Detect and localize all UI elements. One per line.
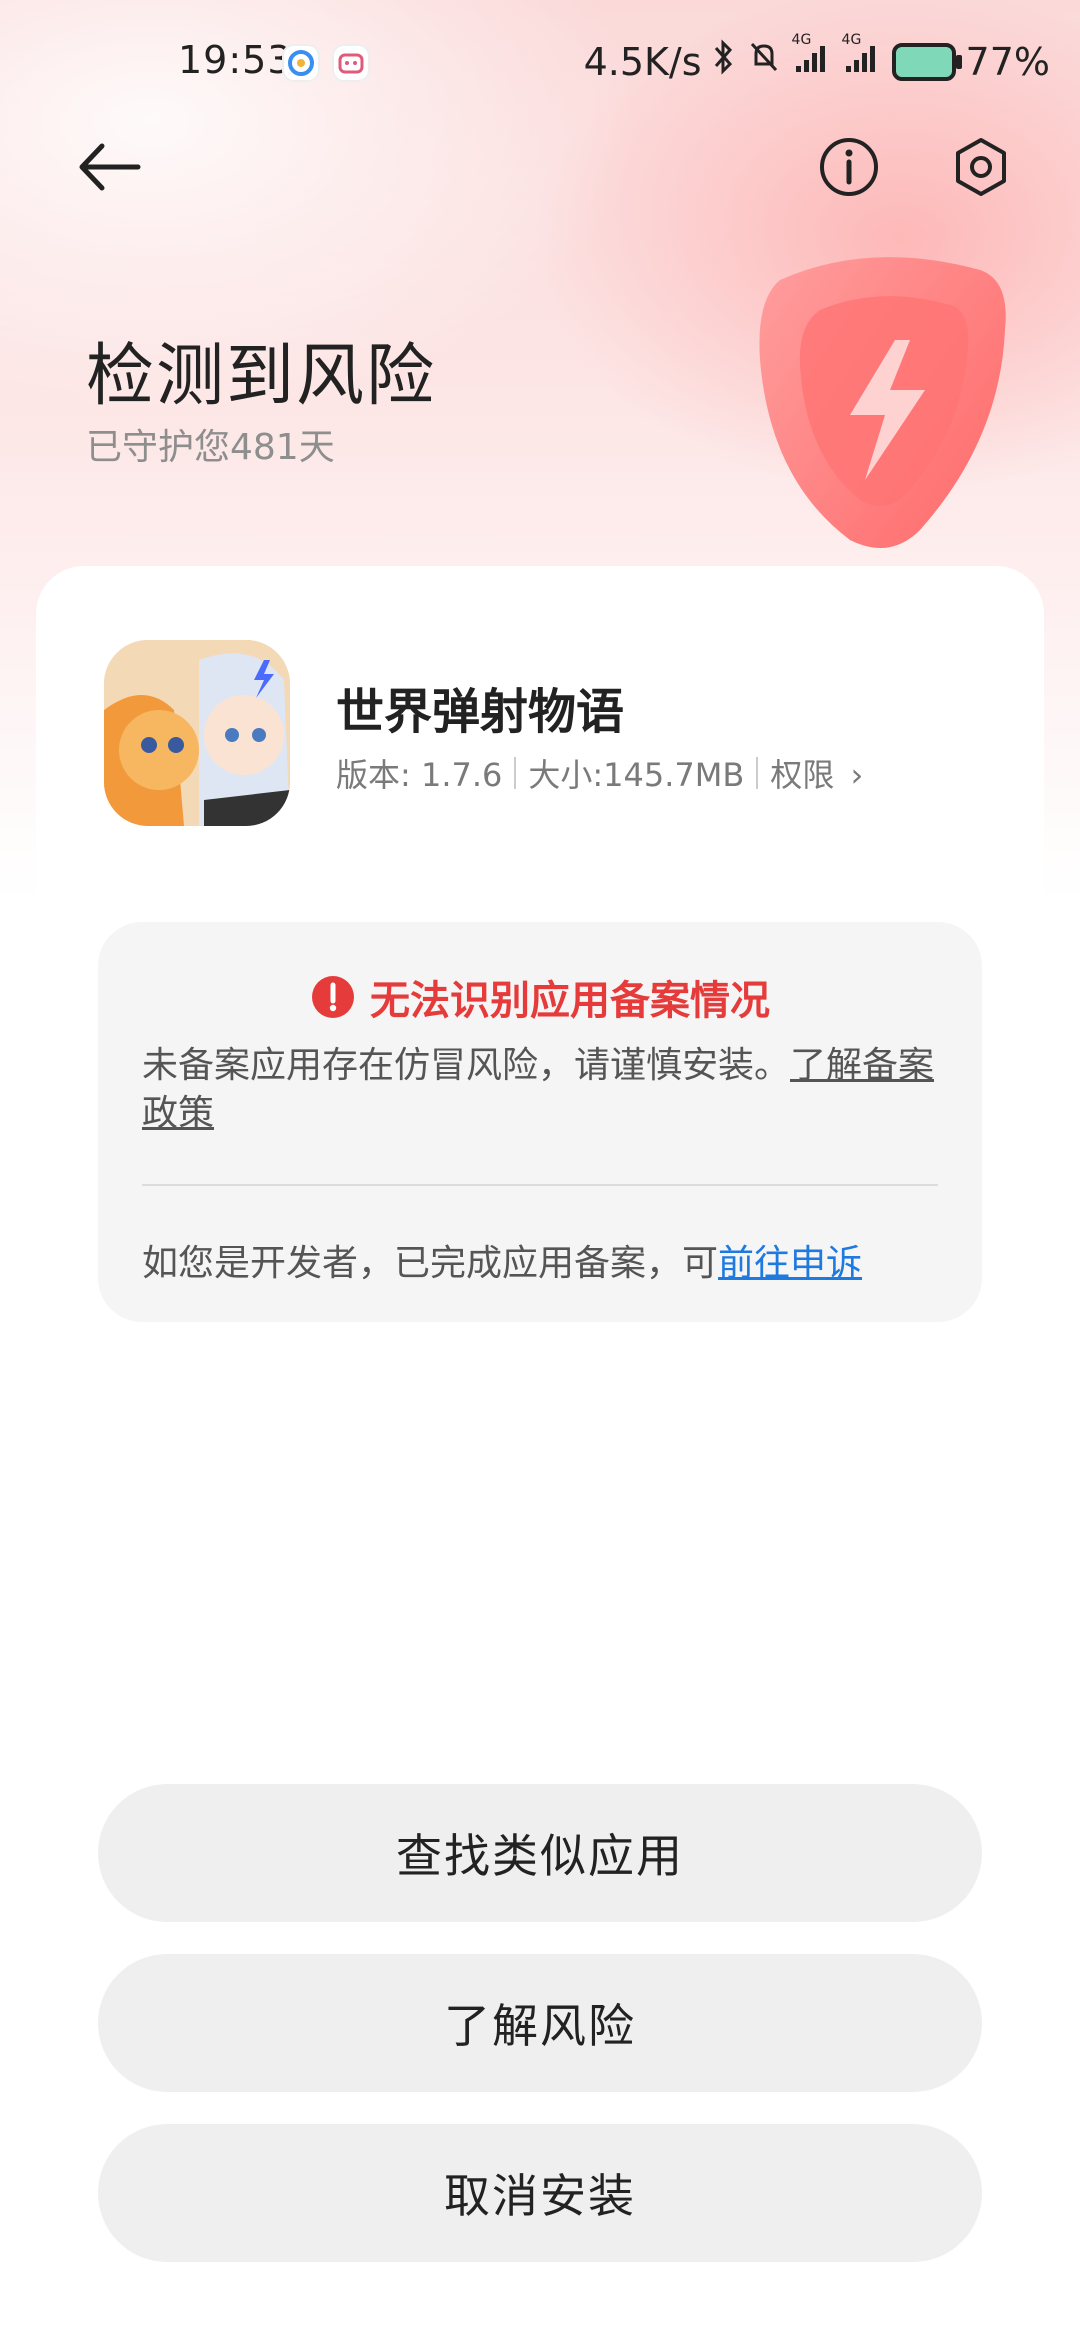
divider xyxy=(142,1184,938,1186)
warning-box: 无法识别应用备案情况 未备案应用存在仿冒风险，请谨慎安装。了解备案政策 如您是开… xyxy=(98,922,982,1322)
warning-header: 无法识别应用备案情况 xyxy=(98,968,982,1026)
meta-separator xyxy=(756,757,759,789)
app-name: 世界弹射物语 xyxy=(336,684,625,740)
alert-icon xyxy=(312,976,354,1018)
cancel-install-button[interactable]: 取消安装 xyxy=(98,2124,982,2262)
chevron-right-icon: › xyxy=(850,756,864,794)
notification-bot-icon xyxy=(332,44,370,82)
learn-risk-button[interactable]: 了解风险 xyxy=(98,1954,982,2092)
permissions-link[interactable]: 权限 › xyxy=(770,750,863,796)
app-size: 大小:145.7MB xyxy=(528,756,745,794)
back-button[interactable] xyxy=(76,134,142,200)
notification-app-icon xyxy=(282,44,320,82)
developer-note: 如您是开发者，已完成应用备案，可前往申诉 xyxy=(142,1234,862,1286)
page-title: 检测到风险 xyxy=(86,337,437,416)
status-time: 19:53 xyxy=(178,38,293,82)
network-speed: 4.5K/s xyxy=(583,39,702,84)
info-button[interactable] xyxy=(816,134,882,200)
warning-body: 未备案应用存在仿冒风险，请谨慎安装。 xyxy=(142,1045,791,1086)
shield-icon xyxy=(720,240,1020,570)
permissions-label: 权限 xyxy=(770,756,835,794)
find-similar-apps-button[interactable]: 查找类似应用 xyxy=(98,1784,982,1922)
back-arrow-icon xyxy=(79,143,141,191)
gear-icon xyxy=(956,138,1006,196)
warning-title: 无法识别应用备案情况 xyxy=(370,978,770,1024)
protection-days: 已守护您481天 xyxy=(86,427,335,468)
meta-separator xyxy=(514,757,517,789)
battery-level: 77% xyxy=(965,39,1050,84)
settings-button[interactable] xyxy=(948,134,1014,200)
battery-icon xyxy=(891,42,962,81)
bluetooth-icon xyxy=(712,38,736,85)
app-version: 版本: 1.7.6 xyxy=(336,756,503,794)
signal-1-icon: 4G xyxy=(792,32,832,85)
mute-icon xyxy=(746,38,782,85)
warning-text: 未备案应用存在仿冒风险，请谨慎安装。了解备案政策 xyxy=(142,1042,942,1138)
app-meta: 版本: 1.7.6 大小:145.7MB 权限 › xyxy=(336,750,863,796)
appeal-link[interactable]: 前往申诉 xyxy=(718,1243,862,1284)
app-icon xyxy=(104,640,290,826)
info-icon xyxy=(820,138,878,196)
status-bar: 19:53 4.5K/s 4G 4G 77% xyxy=(0,30,1080,94)
signal-2-icon: 4G xyxy=(842,32,882,85)
developer-note-text: 如您是开发者，已完成应用备案，可 xyxy=(142,1243,719,1284)
